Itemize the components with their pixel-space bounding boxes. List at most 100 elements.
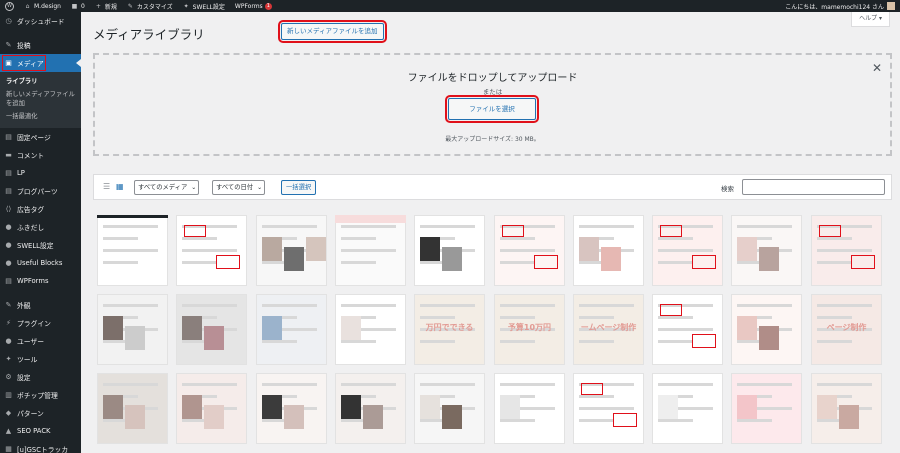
- pattern-icon: ◆: [5, 408, 12, 417]
- sidebar-item-settings[interactable]: ⚙ 設定: [0, 368, 81, 386]
- media-thumbnail[interactable]: 予算10万円: [494, 294, 565, 365]
- site-name-link[interactable]: ⌂ M.design: [19, 0, 66, 12]
- wrench-icon: ✦: [5, 354, 12, 363]
- submenu-bulk-optimize[interactable]: 一括最適化: [0, 110, 81, 123]
- sidebar-item-pochipp[interactable]: ▥ ポチップ管理: [0, 386, 81, 404]
- sidebar-item-balloons[interactable]: ● ふきだし: [0, 218, 81, 236]
- sidebar-item-users[interactable]: ● ユーザー: [0, 332, 81, 350]
- search-input[interactable]: [742, 179, 885, 195]
- account-menu[interactable]: こんにちは、mamemochi124 さん: [780, 0, 900, 12]
- list-view-icon[interactable]: ☰: [103, 182, 112, 191]
- media-type-filter[interactable]: すべてのメディア ⌄: [134, 180, 200, 195]
- sidebar-item-label: 固定ページ: [17, 134, 51, 142]
- submenu-library[interactable]: ライブラリ: [0, 75, 81, 88]
- thumbnail-caption: ページ制作: [826, 323, 867, 332]
- media-thumbnail[interactable]: [335, 373, 406, 444]
- sidebar-item-lp[interactable]: ▤ LP: [0, 164, 81, 182]
- pin-icon: ✎: [5, 40, 12, 49]
- media-thumbnail[interactable]: [335, 215, 406, 286]
- media-thumbnail[interactable]: [652, 215, 723, 286]
- grid-view-icon[interactable]: ▦: [116, 182, 125, 191]
- media-thumbnail[interactable]: [256, 215, 327, 286]
- media-thumbnail[interactable]: [731, 294, 802, 365]
- sidebar-item-gsc-tracker[interactable]: ▦ [u]GSCトラッカ: [0, 440, 81, 453]
- new-label: 新規: [104, 3, 117, 11]
- media-thumbnail[interactable]: [573, 373, 644, 444]
- wpforms-link[interactable]: WPForms 1: [230, 0, 277, 12]
- plus-icon: +: [95, 2, 101, 10]
- sidebar-item-media[interactable]: ▣ メディア: [0, 54, 81, 72]
- media-thumbnail[interactable]: [731, 373, 802, 444]
- sidebar-item-label: 広告タグ: [17, 206, 45, 214]
- sidebar-item-tools[interactable]: ✦ ツール: [0, 350, 81, 368]
- media-thumbnail[interactable]: [414, 373, 485, 444]
- sidebar-item-useful-blocks[interactable]: ● Useful Blocks: [0, 254, 81, 272]
- sidebar-item-dashboard[interactable]: ◷ ダッシュボード: [0, 12, 81, 30]
- media-thumbnail[interactable]: [731, 215, 802, 286]
- media-thumbnail[interactable]: [97, 373, 168, 444]
- sidebar-item-posts[interactable]: ✎ 投稿: [0, 36, 81, 54]
- media-thumbnail[interactable]: ページ制作: [811, 294, 882, 365]
- sidebar-item-ad-tags[interactable]: ⟨⟩ 広告タグ: [0, 200, 81, 218]
- customize-label: カスタマイズ: [136, 3, 173, 11]
- blocks-icon: ●: [5, 258, 12, 267]
- sidebar-item-label: プラグイン: [17, 320, 51, 328]
- media-thumbnail[interactable]: [97, 294, 168, 365]
- sidebar-item-label: SWELL設定: [17, 242, 54, 250]
- new-content-link[interactable]: + 新規: [90, 0, 122, 12]
- page-icon: ▤: [5, 168, 12, 177]
- media-thumbnail[interactable]: [176, 215, 247, 286]
- sidebar-item-wpforms[interactable]: ▤ WPForms: [0, 272, 81, 290]
- sidebar-item-label: ふきだし: [17, 224, 45, 232]
- swell-icon: ●: [5, 240, 12, 249]
- media-thumbnail[interactable]: [414, 215, 485, 286]
- chevron-down-icon: ⌄: [191, 184, 197, 191]
- media-thumbnail[interactable]: [494, 215, 565, 286]
- sidebar-item-label: WPForms: [17, 277, 49, 285]
- main-content: ヘルプ ▾ メディアライブラリ 新しいメディアファイルを追加 ✕ ファイルをドロ…: [81, 12, 900, 453]
- sidebar-item-pages[interactable]: ▤ 固定ページ: [0, 128, 81, 146]
- sidebar-item-plugins[interactable]: ⚡ プラグイン: [0, 314, 81, 332]
- dashboard-icon: ◷: [5, 16, 12, 25]
- sidebar-item-blog-parts[interactable]: ▤ ブログパーツ: [0, 182, 81, 200]
- media-thumbnail[interactable]: 万円でできる: [414, 294, 485, 365]
- media-thumbnail[interactable]: [652, 373, 723, 444]
- submenu-add-new[interactable]: 新しいメディアファイルを追加: [0, 88, 81, 110]
- upload-dropzone[interactable]: ✕ ファイルをドロップしてアップロード または ファイルを選択 最大アップロード…: [93, 53, 892, 156]
- select-files-button[interactable]: ファイルを選択: [445, 95, 539, 123]
- sidebar-item-label: 外観: [17, 302, 31, 310]
- media-thumbnail[interactable]: [652, 294, 723, 365]
- media-icon: ▣: [5, 58, 12, 67]
- media-thumbnail[interactable]: [494, 373, 565, 444]
- sidebar-item-label: メディア: [17, 60, 44, 68]
- media-thumbnail[interactable]: [256, 294, 327, 365]
- customize-link[interactable]: ✎ カスタマイズ: [122, 0, 178, 12]
- media-thumbnail[interactable]: [176, 294, 247, 365]
- sidebar-item-swell-settings[interactable]: ● SWELL設定: [0, 236, 81, 254]
- add-new-media-button[interactable]: 新しいメディアファイルを追加: [278, 20, 387, 43]
- media-thumbnail[interactable]: [811, 215, 882, 286]
- wpforms-badge: 1: [264, 2, 272, 10]
- sidebar-item-comments[interactable]: ▬ コメント: [0, 146, 81, 164]
- or-text: または: [482, 88, 503, 96]
- media-thumbnail[interactable]: [335, 294, 406, 365]
- media-thumbnail[interactable]: [811, 373, 882, 444]
- swell-settings-link[interactable]: ✦ SWELL設定: [178, 0, 230, 12]
- date-filter[interactable]: すべての日付 ⌄: [212, 180, 266, 195]
- comments-link[interactable]: ■ 0: [66, 0, 90, 12]
- wp-logo-menu[interactable]: W: [0, 0, 19, 12]
- bulk-select-button[interactable]: 一括選択: [281, 180, 317, 195]
- media-thumbnail[interactable]: [256, 373, 327, 444]
- media-thumbnail[interactable]: [97, 215, 168, 286]
- media-thumbnail[interactable]: [176, 373, 247, 444]
- sidebar-item-patterns[interactable]: ◆ パターン: [0, 404, 81, 422]
- search-label: 検索: [721, 185, 734, 193]
- help-tab-button[interactable]: ヘルプ ▾: [851, 12, 890, 27]
- media-thumbnail[interactable]: [573, 215, 644, 286]
- media-thumbnail[interactable]: ームページ制作: [573, 294, 644, 365]
- page-title: メディアライブラリ: [93, 27, 205, 42]
- swell-icon: ✦: [183, 2, 189, 10]
- page-icon: ▤: [5, 186, 12, 195]
- sidebar-item-appearance[interactable]: ✎ 外観: [0, 296, 81, 314]
- sidebar-item-seo-pack[interactable]: ▲ SEO PACK: [0, 422, 81, 440]
